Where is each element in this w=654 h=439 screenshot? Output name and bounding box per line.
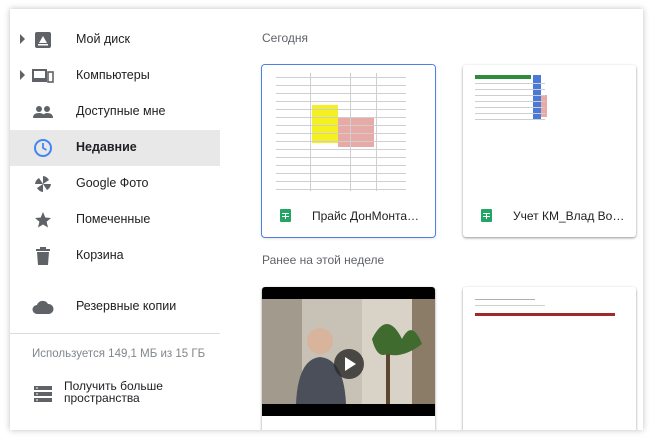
sidebar-item-trash[interactable]: Корзина bbox=[10, 238, 220, 274]
play-icon[interactable] bbox=[334, 349, 364, 379]
trash-icon bbox=[32, 245, 54, 267]
google-sheets-icon bbox=[481, 209, 492, 222]
file-name: Учет КМ_Влад Во… bbox=[513, 209, 625, 223]
file-card-footer: Учет КМ_Влад Во… bbox=[463, 194, 636, 237]
file-card[interactable] bbox=[262, 287, 435, 430]
storage-list-icon bbox=[32, 383, 54, 405]
sidebar-divider bbox=[10, 333, 220, 334]
video-frame bbox=[262, 299, 435, 404]
cloud-icon bbox=[32, 296, 54, 318]
section-title-today: Сегодня bbox=[262, 31, 308, 45]
shared-people-icon bbox=[32, 101, 54, 123]
sidebar-item-google-photos[interactable]: Google Фото bbox=[10, 166, 220, 202]
spreadsheet-preview bbox=[475, 75, 605, 193]
file-card-footer: Прайс ДонМонта… bbox=[262, 194, 435, 237]
file-thumbnail bbox=[463, 65, 636, 194]
video-thumbnail bbox=[262, 287, 435, 416]
sidebar-item-recent[interactable]: Недавние bbox=[10, 130, 220, 166]
sidebar-item-label: Недавние bbox=[76, 140, 137, 154]
file-thumbnail bbox=[463, 287, 636, 416]
expand-arrow-icon[interactable] bbox=[20, 70, 25, 80]
upgrade-storage-button[interactable]: Получить больше пространства bbox=[10, 378, 220, 408]
upgrade-storage-label: Получить больше пространства bbox=[64, 379, 163, 405]
sidebar-item-computers[interactable]: Компьютеры bbox=[10, 58, 220, 94]
sidebar-item-backups[interactable]: Резервные копии bbox=[10, 289, 220, 325]
star-icon bbox=[32, 209, 54, 231]
file-card[interactable]: Учет КМ_Влад Во… bbox=[463, 65, 636, 237]
file-name: Прайс ДонМонта… bbox=[312, 209, 420, 223]
drive-window: Мой диск Компьютеры Доступные мне Недавн… bbox=[10, 9, 643, 430]
file-card[interactable] bbox=[463, 287, 636, 430]
drive-icon bbox=[32, 29, 54, 51]
file-card[interactable]: Прайс ДонМонта… bbox=[262, 65, 435, 237]
main-content: Сегодня Прайс ДонМонта… Учет КМ_Влад Во…… bbox=[220, 9, 643, 430]
google-sheets-icon bbox=[280, 209, 291, 222]
sidebar-item-label: Доступные мне bbox=[76, 104, 166, 118]
sidebar-item-label: Компьютеры bbox=[76, 68, 150, 82]
clock-icon bbox=[32, 137, 54, 159]
spreadsheet-preview bbox=[276, 73, 406, 191]
storage-usage-text: Используется 149,1 МБ из 15 ГБ bbox=[32, 348, 206, 360]
sidebar-item-label: Мой диск bbox=[76, 32, 130, 46]
computers-icon bbox=[32, 65, 54, 87]
sidebar: Мой диск Компьютеры Доступные мне Недавн… bbox=[10, 9, 220, 430]
expand-arrow-icon[interactable] bbox=[20, 34, 25, 44]
section-title-earlier-this-week: Ранее на этой неделе bbox=[262, 253, 385, 267]
sidebar-item-label: Резервные копии bbox=[76, 299, 177, 313]
sidebar-item-label: Google Фото bbox=[76, 176, 149, 190]
file-thumbnail bbox=[262, 65, 435, 194]
sidebar-item-label: Корзина bbox=[76, 248, 124, 262]
sidebar-item-shared-with-me[interactable]: Доступные мне bbox=[10, 94, 220, 130]
sidebar-item-label: Помеченные bbox=[76, 212, 151, 226]
photos-pinwheel-icon bbox=[32, 173, 54, 195]
sidebar-item-starred[interactable]: Помеченные bbox=[10, 202, 220, 238]
sidebar-item-my-drive[interactable]: Мой диск bbox=[10, 22, 220, 58]
spreadsheet-preview bbox=[475, 295, 615, 413]
